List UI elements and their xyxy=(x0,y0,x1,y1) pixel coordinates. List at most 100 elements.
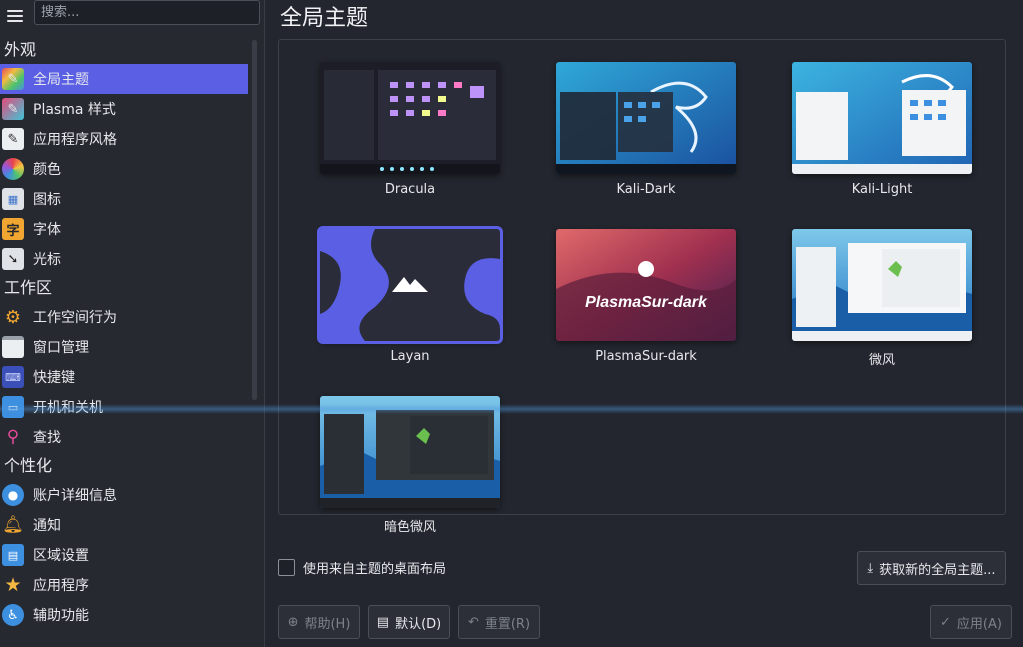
sidebar-item-label: 图标 xyxy=(33,192,61,208)
sidebar-item-label: 区域设置 xyxy=(33,548,89,564)
sidebar-item-label: 开机和关机 xyxy=(33,400,103,416)
sidebar-item-global-theme[interactable]: ✎ 全局主题 xyxy=(0,64,248,94)
sidebar-item-shortcuts[interactable]: ⌨ 快捷键 xyxy=(0,362,248,392)
sidebar-item-label: 字体 xyxy=(33,222,61,238)
section-title-workspace: 工作区 xyxy=(4,278,53,297)
star-icon: ★ xyxy=(4,574,22,596)
app-style-icon: ✎ xyxy=(2,128,24,150)
sidebar-item-label: 光标 xyxy=(33,252,61,268)
sidebar-item-notifications[interactable]: 🔔︎ 通知 xyxy=(0,510,248,540)
sidebar-item-label: 全局主题 xyxy=(33,72,89,88)
window-management-icon xyxy=(2,336,24,358)
main-panel: 全局主题 Dracula Kali-Dark Kali-Light Layan … xyxy=(266,0,1023,647)
cursor-icon: ➘ xyxy=(2,248,24,270)
hamburger-menu-icon[interactable] xyxy=(4,5,26,27)
startup-shutdown-icon: ▭ xyxy=(2,396,24,418)
theme-thumbnail xyxy=(556,62,736,174)
bell-icon: 🔔︎ xyxy=(2,515,24,535)
use-desktop-layout-checkbox[interactable] xyxy=(278,559,295,576)
sidebar-item-startup-shutdown[interactable]: ▭ 开机和关机 xyxy=(0,392,248,422)
theme-card-layan[interactable]: Layan xyxy=(317,226,503,379)
sidebar-item-label: Plasma 样式 xyxy=(33,102,116,118)
check-icon: ✓ xyxy=(940,614,951,630)
theme-card-plasmasur-dark[interactable]: PlasmaSur-dark PlasmaSur-dark xyxy=(556,229,736,379)
theme-name: Dracula xyxy=(384,182,436,197)
sidebar-item-label: 查找 xyxy=(33,430,61,446)
use-desktop-layout-label: 使用来自主题的桌面布局 xyxy=(303,562,447,577)
default-label: 默认(D) xyxy=(395,616,442,632)
theme-thumbnail xyxy=(792,229,972,341)
sidebar-item-workspace-behavior[interactable]: ⚙ 工作空间行为 xyxy=(0,302,248,332)
sidebar-item-account[interactable]: ● 账户详细信息 xyxy=(0,480,248,510)
get-new-themes-label: 获取新的全局主题... xyxy=(879,562,996,578)
sidebar-item-app-style[interactable]: ✎ 应用程序风格 xyxy=(0,124,248,154)
undo-icon: ↶ xyxy=(467,614,479,630)
sidebar-item-label: 快捷键 xyxy=(33,370,75,386)
icons-icon: ▦ xyxy=(2,188,24,210)
reset-button[interactable]: ↶ 重置(R) xyxy=(458,605,540,639)
theme-thumbnail: PlasmaSur-dark xyxy=(556,229,736,341)
sidebar-item-region[interactable]: ▤ 区域设置 xyxy=(0,540,248,570)
sidebar: 外观 ✎ 全局主题 ✎ Plasma 样式 ✎ 应用程序风格 颜色 ▦ 图标 字… xyxy=(0,0,265,647)
sidebar-item-label: 应用程序 xyxy=(33,578,89,594)
sidebar-item-label: 应用程序风格 xyxy=(33,132,117,148)
sidebar-item-applications[interactable]: ★ 应用程序 xyxy=(0,570,248,600)
theme-thumbnail xyxy=(320,396,500,508)
theme-thumbnail xyxy=(792,62,972,174)
sidebar-scrollbar[interactable] xyxy=(252,40,257,400)
theme-name: Kali-Dark xyxy=(616,182,676,197)
page-title: 全局主题 xyxy=(280,6,369,31)
theme-thumbnail xyxy=(317,226,503,344)
font-icon: 字 xyxy=(2,218,24,240)
help-button[interactable]: ⊕ 帮助(H) xyxy=(278,605,360,639)
sidebar-item-icons[interactable]: ▦ 图标 xyxy=(0,184,248,214)
download-icon: ⤓ xyxy=(867,560,874,576)
search-icon: ⚲ xyxy=(6,427,20,447)
section-title-personalization: 个性化 xyxy=(4,456,53,475)
sidebar-item-fonts[interactable]: 字 字体 xyxy=(0,214,248,244)
document-icon: ▤ xyxy=(376,614,390,630)
shortcuts-icon: ⌨ xyxy=(2,366,24,388)
use-desktop-layout-option[interactable]: 使用来自主题的桌面布局 xyxy=(278,558,446,577)
sidebar-item-label: 工作空间行为 xyxy=(33,310,117,326)
theme-card-kali-light[interactable]: Kali-Light xyxy=(792,62,972,212)
apply-button[interactable]: ✓ 应用(A) xyxy=(930,605,1012,639)
sidebar-item-window-management[interactable]: 窗口管理 xyxy=(0,332,248,362)
theme-thumbnail xyxy=(320,62,500,174)
theme-card-breeze-dark[interactable]: 暗色微风 xyxy=(320,396,500,546)
theme-card-dracula[interactable]: Dracula xyxy=(320,62,500,212)
theme-card-breeze[interactable]: 微风 xyxy=(792,229,972,379)
global-theme-icon: ✎ xyxy=(2,68,24,90)
sidebar-item-label: 账户详细信息 xyxy=(33,488,117,504)
theme-name: PlasmaSur-dark xyxy=(595,349,697,364)
sidebar-item-cursors[interactable]: ➘ 光标 xyxy=(0,244,248,274)
region-icon: ▤ xyxy=(2,544,24,566)
theme-name: 暗色微风 xyxy=(383,520,436,535)
help-label: 帮助(H) xyxy=(304,616,351,632)
theme-name: Kali-Light xyxy=(851,182,913,197)
help-icon: ⊕ xyxy=(287,614,299,630)
theme-name: 微风 xyxy=(868,353,895,368)
sidebar-item-plasma-style[interactable]: ✎ Plasma 样式 xyxy=(0,94,248,124)
section-title-appearance: 外观 xyxy=(4,40,37,59)
plasmasur-thumb-text: PlasmaSur-dark xyxy=(585,294,708,311)
sidebar-item-label: 通知 xyxy=(33,518,61,534)
workspace-behavior-icon: ⚙ xyxy=(4,306,22,328)
accessibility-icon: ♿ xyxy=(2,604,24,626)
apply-label: 应用(A) xyxy=(956,616,1002,632)
theme-grid: Dracula Kali-Dark Kali-Light Layan Plasm… xyxy=(278,39,1006,535)
sidebar-item-search[interactable]: ⚲ 查找 xyxy=(0,422,248,452)
account-icon: ● xyxy=(2,484,24,506)
sidebar-list: 外观 ✎ 全局主题 ✎ Plasma 样式 ✎ 应用程序风格 颜色 ▦ 图标 字… xyxy=(0,36,248,630)
default-button[interactable]: ▤ 默认(D) xyxy=(368,605,450,639)
search-input[interactable] xyxy=(34,0,260,25)
plasma-style-icon: ✎ xyxy=(2,98,24,120)
sidebar-item-accessibility[interactable]: ♿ 辅助功能 xyxy=(0,600,248,630)
get-new-themes-button[interactable]: ⤓ 获取新的全局主题... xyxy=(857,551,1006,585)
theme-card-kali-dark[interactable]: Kali-Dark xyxy=(556,62,736,212)
reset-label: 重置(R) xyxy=(484,616,531,632)
sidebar-item-colors[interactable]: 颜色 xyxy=(0,154,248,184)
sidebar-item-label: 颜色 xyxy=(33,162,61,178)
sidebar-item-label: 辅助功能 xyxy=(33,608,89,624)
sidebar-item-label: 窗口管理 xyxy=(33,340,89,356)
